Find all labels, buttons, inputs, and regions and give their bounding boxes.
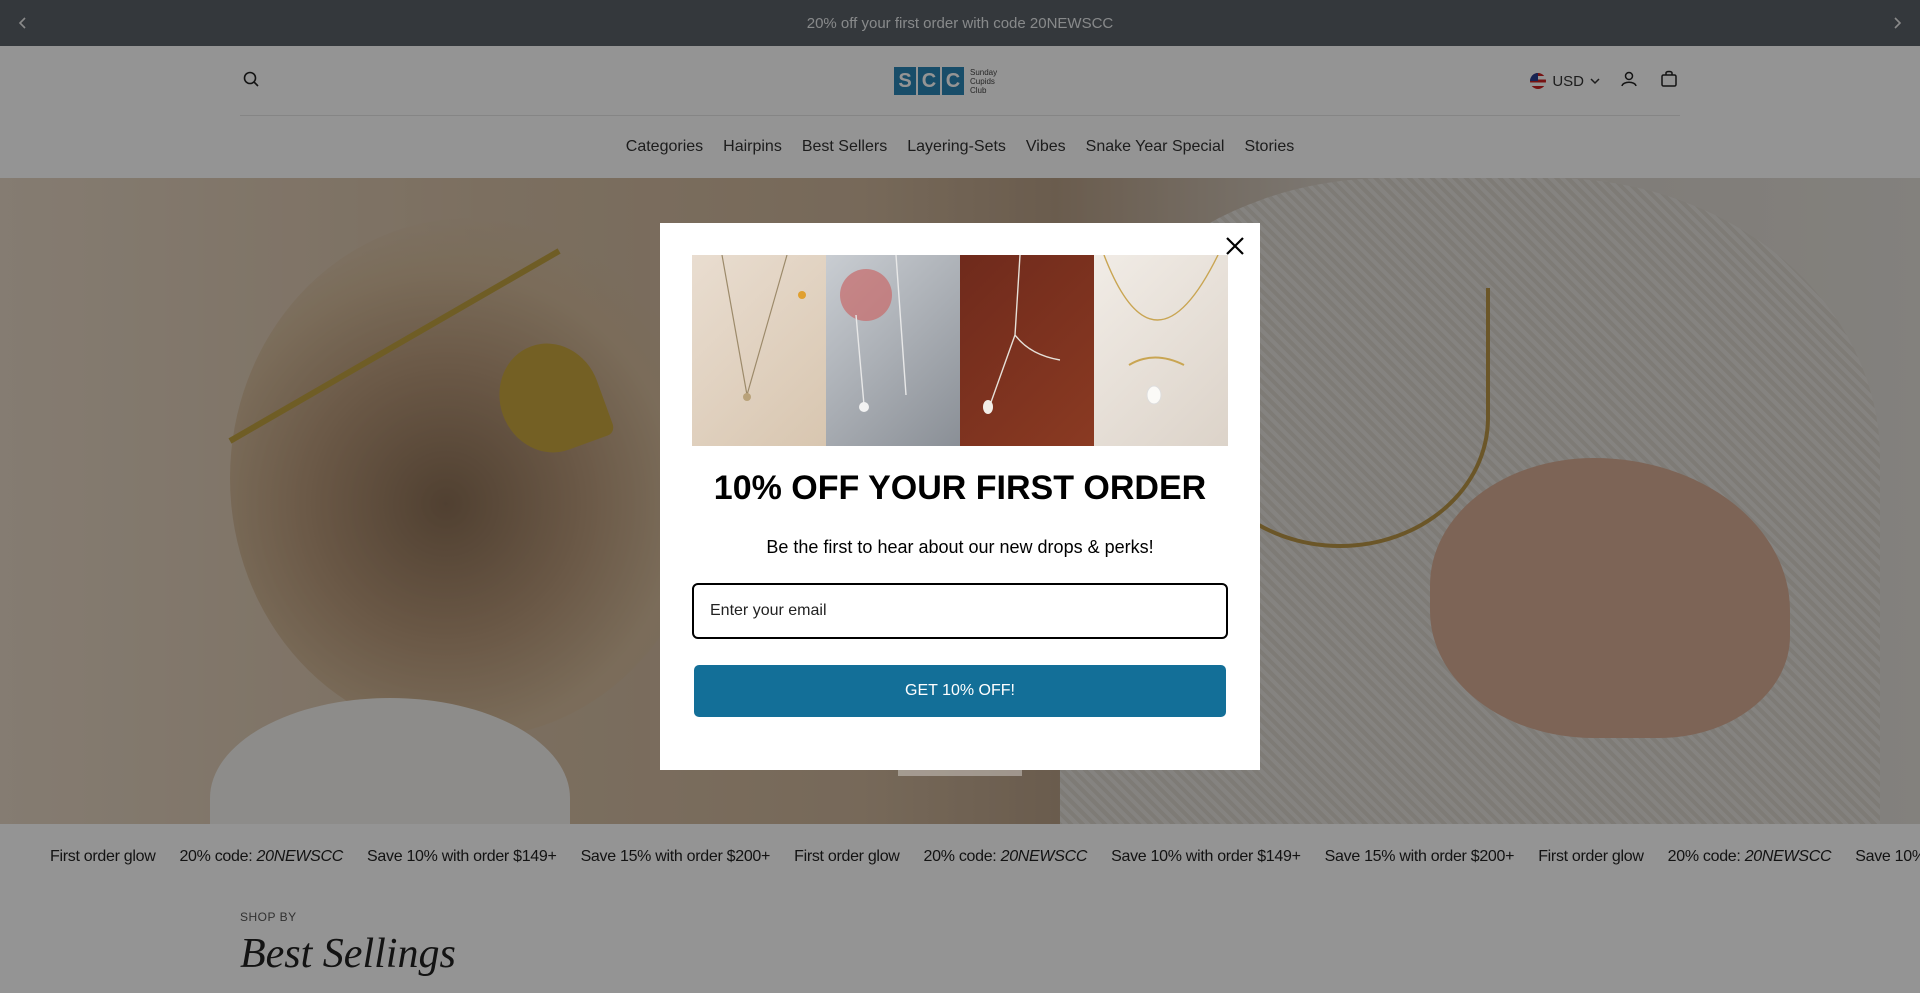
get-discount-button[interactable]: GET 10% OFF! (694, 665, 1226, 717)
necklace-photo-2 (826, 255, 960, 446)
hero-slide-indicator (898, 770, 1022, 776)
popup-subtitle: Be the first to hear about our new drops… (766, 537, 1154, 557)
necklace-photo-4 (1094, 255, 1228, 446)
necklace-photo-1 (692, 255, 826, 446)
popup-title: 10% OFF YOUR FIRST ORDER (713, 469, 1207, 507)
signup-popup: 10% OFF YOUR FIRST ORDER Be the first to… (660, 223, 1260, 770)
necklace-photo-3 (960, 255, 1094, 446)
email-field[interactable] (692, 583, 1228, 639)
product-image-collage (692, 255, 1228, 446)
